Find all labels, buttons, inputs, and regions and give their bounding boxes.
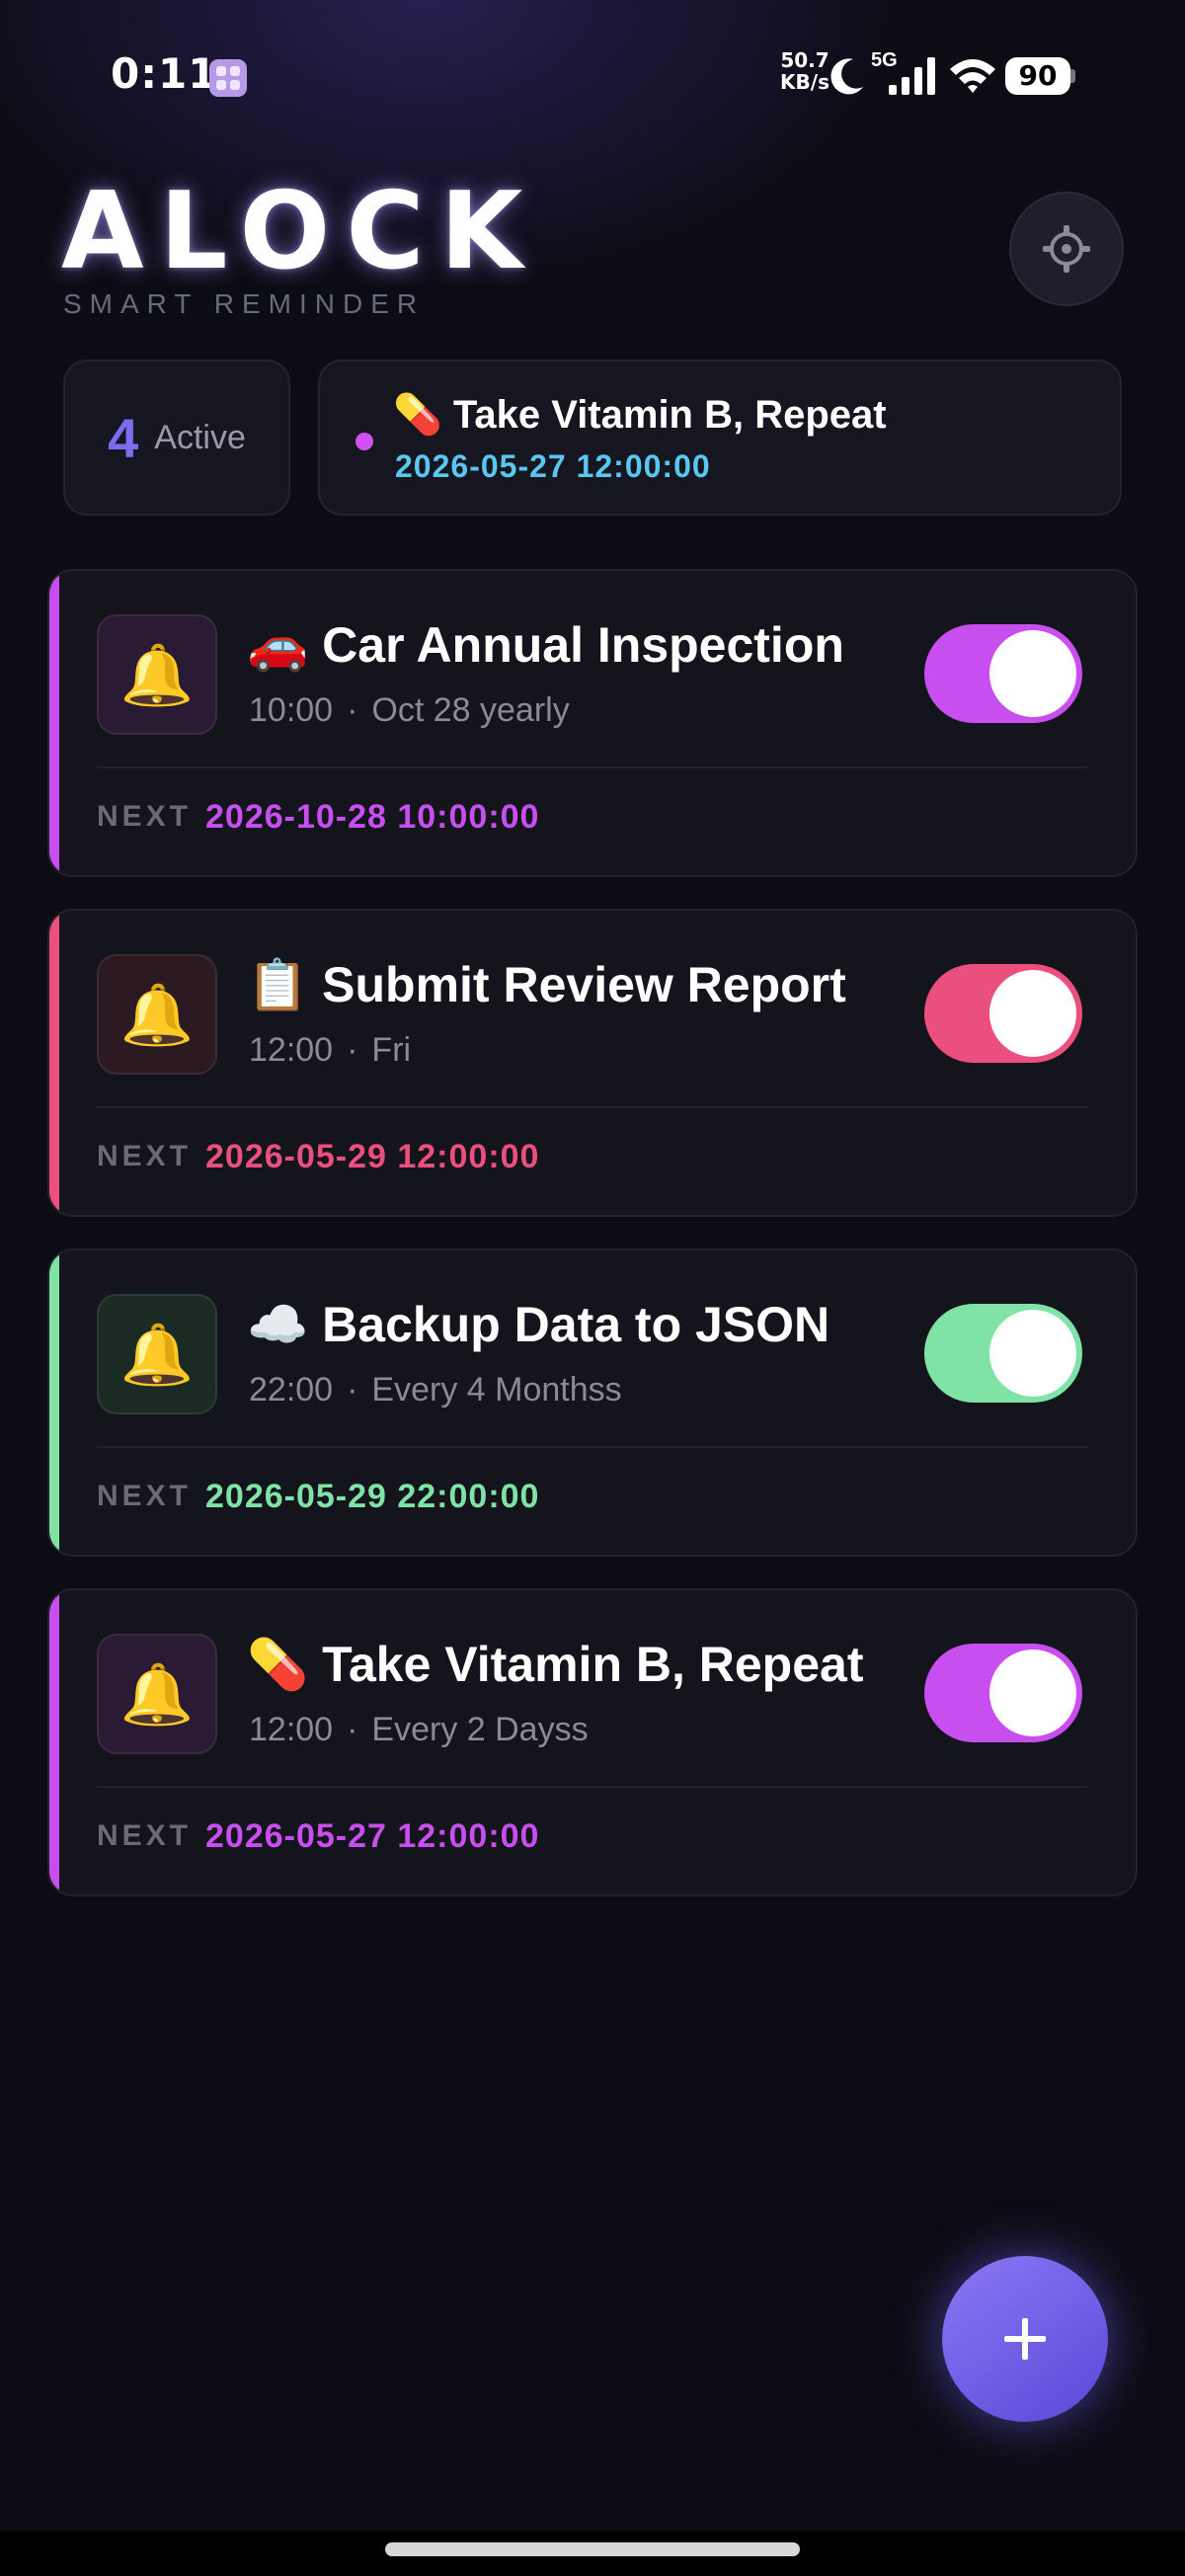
next-label: NEXT: [97, 1819, 193, 1852]
next-trigger-time: 2026-05-29 22:00:00: [205, 1478, 540, 1515]
reminder-schedule: 12:00 · Every 2 Dayss: [249, 1711, 589, 1748]
reminder-title: ☁️ Backup Data to JSON: [247, 1297, 830, 1352]
reminder-card[interactable]: 🔔 ☁️ Backup Data to JSON 22:00 · Every 4 M…: [47, 1248, 1138, 1557]
reminder-schedule: 22:00 · Every 4 Monthss: [249, 1371, 622, 1409]
battery-indicator: 90: [1005, 57, 1070, 95]
app-screen: 0:11 50.7 KB/s 5G 90 ALOCK SMART REMINDE…: [0, 0, 1185, 2576]
bell-icon: 🔔: [97, 954, 217, 1075]
reminder-title: 📋 Submit Review Report: [247, 957, 846, 1012]
reminder-title: 🚗 Car Annual Inspection: [247, 617, 844, 673]
reminder-toggle[interactable]: [924, 964, 1082, 1063]
home-indicator[interactable]: [385, 2542, 800, 2556]
reminder-repeat: Every 2 Dayss: [371, 1711, 589, 1748]
next-label: NEXT: [97, 800, 193, 833]
add-reminder-button[interactable]: [942, 2256, 1108, 2422]
next-trigger-time: 2026-10-28 10:00:00: [205, 798, 540, 836]
reminder-time: 10:00: [249, 691, 334, 729]
reminder-time: 22:00: [249, 1371, 334, 1409]
reminder-card[interactable]: 🔔 🚗 Car Annual Inspection 10:00 · Oct 28 y…: [47, 569, 1138, 877]
status-time: 0:11: [111, 49, 218, 98]
next-trigger-time: 2026-05-27 12:00:00: [205, 1817, 540, 1855]
card-accent-bar: [49, 571, 59, 875]
card-divider: [97, 1106, 1088, 1108]
active-count: 4: [108, 406, 139, 469]
reminder-repeat: Every 4 Monthss: [371, 1371, 622, 1409]
toggle-knob: [989, 1310, 1076, 1397]
card-divider: [97, 1446, 1088, 1448]
plus-icon: [1004, 2318, 1046, 2360]
status-bar: 0:11 50.7 KB/s 5G 90: [0, 0, 1185, 148]
next-trigger-time: 2026-05-29 12:00:00: [205, 1138, 540, 1175]
card-accent-bar: [49, 911, 59, 1215]
reminder-repeat: Fri: [371, 1031, 412, 1069]
active-label: Active: [154, 418, 246, 456]
reminder-title: 💊 Take Vitamin B, Repeat: [247, 1637, 864, 1692]
card-divider: [97, 766, 1088, 768]
moon-icon: [830, 58, 863, 95]
reminder-card[interactable]: 🔔 💊 Take Vitamin B, Repeat 12:00 · Every 2…: [47, 1588, 1138, 1896]
card-accent-bar: [49, 1250, 59, 1555]
wifi-icon: [950, 59, 995, 93]
reminder-card[interactable]: 🔔 📋 Submit Review Report 12:00 · Fri NEXT …: [47, 909, 1138, 1217]
app-subtitle: SMART REMINDER: [63, 288, 426, 319]
cellular-signal-icon: [889, 57, 935, 95]
active-count-card: 4 Active: [63, 360, 290, 516]
next-indicator-dot: [356, 433, 373, 450]
reminder-toggle[interactable]: [924, 1644, 1082, 1742]
toggle-knob: [989, 970, 1076, 1057]
next-reminder-time: 2026-05-27 12:00:00: [395, 448, 711, 484]
reminder-repeat: Oct 28 yearly: [371, 691, 570, 729]
next-reminder-card[interactable]: 💊 Take Vitamin B, Repeat 2026-05-27 12:0…: [318, 360, 1122, 516]
reminder-toggle[interactable]: [924, 624, 1082, 723]
reminder-schedule: 12:00 · Fri: [249, 1031, 412, 1069]
bell-icon: 🔔: [97, 1294, 217, 1414]
bell-icon: 🔔: [97, 1634, 217, 1754]
card-accent-bar: [49, 1590, 59, 1894]
toggle-knob: [989, 630, 1076, 717]
gear-icon: [1043, 225, 1090, 273]
settings-button[interactable]: [1009, 192, 1124, 306]
reminder-toggle[interactable]: [924, 1304, 1082, 1403]
reminder-schedule: 10:00 · Oct 28 yearly: [249, 691, 570, 729]
next-label: NEXT: [97, 1480, 193, 1512]
app-title: ALOCK: [61, 170, 539, 293]
next-reminder-title: 💊 Take Vitamin B, Repeat: [393, 393, 887, 437]
reminder-time: 12:00: [249, 1711, 334, 1748]
card-divider: [97, 1786, 1088, 1788]
bell-icon: 🔔: [97, 614, 217, 735]
next-label: NEXT: [97, 1140, 193, 1172]
app-notification-icon: [209, 59, 247, 97]
toggle-knob: [989, 1650, 1076, 1736]
battery-nub: [1070, 69, 1075, 83]
reminder-time: 12:00: [249, 1031, 334, 1069]
